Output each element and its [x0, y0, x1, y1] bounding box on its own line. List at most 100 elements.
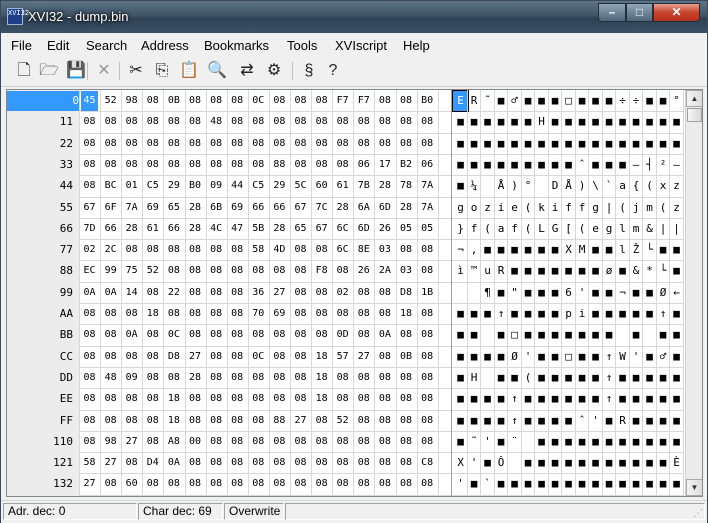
hex-byte-cell[interactable]: 88: [271, 155, 288, 175]
address-label[interactable]: 66: [7, 219, 73, 239]
hex-byte-cell[interactable]: 08: [313, 91, 330, 111]
new-file-icon[interactable]: 🗋: [13, 60, 35, 82]
hex-byte-cell[interactable]: 28: [376, 176, 393, 196]
hex-byte-cell[interactable]: 60: [313, 176, 330, 196]
hex-byte-cell[interactable]: 08: [250, 453, 267, 473]
hex-byte-cell[interactable]: 48: [102, 368, 119, 388]
hex-byte-cell[interactable]: 7A: [419, 176, 436, 196]
hex-byte-cell[interactable]: 08: [334, 474, 351, 494]
hex-byte-cell[interactable]: B0: [187, 176, 204, 196]
address-label[interactable]: 99: [7, 283, 73, 303]
hex-byte-cell[interactable]: 6F: [102, 198, 119, 218]
hex-byte-cell[interactable]: D4: [144, 453, 161, 473]
hex-byte-cell[interactable]: 08: [165, 112, 182, 132]
hex-byte-cell[interactable]: 08: [292, 155, 309, 175]
hex-byte-cell[interactable]: 08: [355, 325, 372, 345]
hex-byte-cell[interactable]: 08: [292, 283, 309, 303]
hex-byte-cell[interactable]: 28: [187, 198, 204, 218]
hex-byte-cell[interactable]: 0A: [165, 453, 182, 473]
hex-byte-cell[interactable]: 0C: [250, 347, 267, 367]
hex-byte-cell[interactable]: 00: [187, 432, 204, 452]
hex-byte-cell[interactable]: 27: [271, 283, 288, 303]
address-label[interactable]: 44: [7, 176, 73, 196]
hex-byte-cell[interactable]: 08: [144, 91, 161, 111]
hex-byte-cell[interactable]: 08: [81, 134, 98, 154]
hex-byte-cell[interactable]: 88: [271, 411, 288, 431]
hex-byte-cell[interactable]: 18: [398, 304, 415, 324]
hex-byte-cell[interactable]: 08: [292, 432, 309, 452]
hex-byte-cell[interactable]: 01: [123, 176, 140, 196]
hex-byte-cell[interactable]: 0C: [165, 325, 182, 345]
hex-byte-cell[interactable]: 08: [376, 347, 393, 367]
hex-byte-cell[interactable]: 08: [271, 112, 288, 132]
hex-byte-cell[interactable]: 02: [81, 240, 98, 260]
hex-byte-cell[interactable]: 08: [187, 240, 204, 260]
hex-byte-cell[interactable]: 29: [271, 176, 288, 196]
menu-file[interactable]: File: [11, 38, 32, 53]
hex-byte-cell[interactable]: 08: [419, 261, 436, 281]
hex-byte-cell[interactable]: 08: [102, 134, 119, 154]
hex-byte-cell[interactable]: 08: [376, 112, 393, 132]
hex-byte-cell[interactable]: 08: [208, 304, 225, 324]
hex-byte-cell[interactable]: 08: [208, 240, 225, 260]
hex-byte-cell[interactable]: 08: [376, 474, 393, 494]
hex-byte-cell[interactable]: 08: [229, 474, 246, 494]
hex-byte-cell[interactable]: 08: [313, 432, 330, 452]
hex-byte-cell[interactable]: 08: [187, 389, 204, 409]
hex-byte-cell[interactable]: 08: [271, 261, 288, 281]
hex-byte-cell[interactable]: 08: [102, 389, 119, 409]
hex-byte-cell[interactable]: C5: [250, 176, 267, 196]
hex-byte-cell[interactable]: 0A: [102, 283, 119, 303]
hex-byte-cell[interactable]: 7A: [123, 198, 140, 218]
hex-byte-cell[interactable]: 08: [81, 347, 98, 367]
hex-byte-cell[interactable]: 08: [355, 112, 372, 132]
address-label[interactable]: 55: [7, 198, 73, 218]
hex-byte-cell[interactable]: 08: [376, 389, 393, 409]
hex-byte-cell[interactable]: 08: [123, 411, 140, 431]
scroll-up-button[interactable]: ▲: [686, 90, 702, 107]
hex-byte-cell[interactable]: 27: [81, 474, 98, 494]
hex-byte-cell[interactable]: 2A: [376, 261, 393, 281]
hex-byte-cell[interactable]: 18: [165, 389, 182, 409]
hex-byte-cell[interactable]: 08: [334, 304, 351, 324]
hex-byte-cell[interactable]: 08: [271, 325, 288, 345]
hex-byte-cell[interactable]: 08: [250, 474, 267, 494]
hex-byte-cell[interactable]: 03: [376, 240, 393, 260]
hex-byte-cell[interactable]: B2: [398, 155, 415, 175]
hex-byte-cell[interactable]: 08: [102, 112, 119, 132]
hex-byte-cell[interactable]: 08: [123, 155, 140, 175]
open-folder-icon[interactable]: 🗁: [38, 60, 60, 82]
hex-byte-cell[interactable]: 08: [81, 112, 98, 132]
hex-byte-cell[interactable]: 08: [292, 474, 309, 494]
hex-byte-cell[interactable]: 08: [250, 134, 267, 154]
hex-byte-cell[interactable]: 08: [165, 474, 182, 494]
hex-byte-cell[interactable]: 08: [250, 389, 267, 409]
hex-byte-cell[interactable]: 08: [313, 283, 330, 303]
hex-byte-cell[interactable]: 06: [355, 155, 372, 175]
hex-byte-cell[interactable]: 67: [292, 198, 309, 218]
hex-byte-cell[interactable]: 45: [81, 91, 98, 112]
hex-byte-cell[interactable]: 08: [355, 368, 372, 388]
paste-icon[interactable]: 📋: [178, 60, 200, 82]
hex-byte-cell[interactable]: 5C: [292, 176, 309, 196]
menu-help[interactable]: Help: [403, 38, 430, 53]
hex-byte-cell[interactable]: 6B: [208, 198, 225, 218]
hex-byte-cell[interactable]: D8: [165, 347, 182, 367]
hex-byte-cell[interactable]: 08: [187, 155, 204, 175]
hex-byte-cell[interactable]: 08: [229, 240, 246, 260]
hex-byte-cell[interactable]: 08: [334, 134, 351, 154]
resize-grip-icon[interactable]: ⋰: [693, 509, 705, 521]
hex-byte-cell[interactable]: 08: [376, 91, 393, 111]
hex-byte-cell[interactable]: F7: [355, 91, 372, 111]
hex-byte-cell[interactable]: 0A: [376, 325, 393, 345]
address-label[interactable]: 22: [7, 134, 73, 154]
hex-byte-cell[interactable]: 7B: [355, 176, 372, 196]
hex-byte-cell[interactable]: 08: [271, 347, 288, 367]
hex-byte-cell[interactable]: 08: [144, 134, 161, 154]
hex-byte-cell[interactable]: 08: [187, 325, 204, 345]
address-label[interactable]: 0: [7, 91, 79, 112]
hex-byte-cell[interactable]: 08: [355, 453, 372, 473]
hex-byte-cell[interactable]: 08: [144, 240, 161, 260]
hex-byte-cell[interactable]: 47: [229, 219, 246, 239]
hex-byte-cell[interactable]: 28: [334, 198, 351, 218]
